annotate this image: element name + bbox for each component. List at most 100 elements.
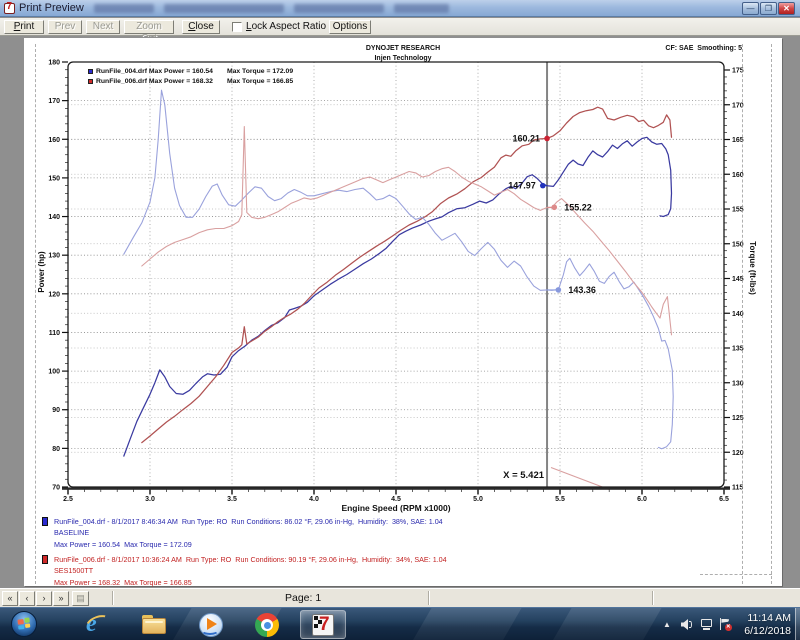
svg-text:5.5: 5.5 bbox=[555, 496, 565, 503]
chrome-icon[interactable] bbox=[254, 612, 280, 638]
network-icon[interactable] bbox=[701, 619, 714, 630]
svg-text:6.5: 6.5 bbox=[719, 496, 729, 503]
media-player-icon[interactable] bbox=[198, 612, 224, 638]
show-desktop-button[interactable] bbox=[795, 608, 800, 640]
tray-expand-icon[interactable]: ▲ bbox=[663, 620, 671, 629]
windows-logo-icon bbox=[17, 618, 31, 630]
window-title: Print Preview bbox=[19, 2, 84, 14]
options-button[interactable]: Options bbox=[329, 20, 371, 34]
svg-text:6.0: 6.0 bbox=[637, 496, 647, 503]
x-axis-baseline bbox=[62, 487, 730, 489]
minimize-button[interactable]: — bbox=[742, 2, 759, 15]
legend-max-torque: Max Torque = 172.09 bbox=[227, 67, 293, 77]
prev-page-button[interactable]: ‹ bbox=[19, 591, 35, 606]
cursor-value-label: 143.36 bbox=[568, 285, 596, 295]
svg-text:100: 100 bbox=[48, 369, 60, 376]
cursor-x-label: X = 5.421 bbox=[503, 470, 545, 481]
cursor-value-label: 147.97 bbox=[508, 181, 536, 191]
prev-button[interactable]: Prev bbox=[48, 20, 82, 34]
margin-guide-bottom bbox=[700, 574, 772, 575]
correction-smoothing-label: CF: SAE Smoothing: 5 bbox=[665, 45, 742, 52]
run-info-footer: RunFile_004.drf - 8/1/2017 8:46:34 AM Ru… bbox=[42, 516, 447, 591]
redacted-title-text bbox=[164, 4, 284, 13]
run-conditions: RunFile_006.drf - 8/1/2017 10:36:24 AM R… bbox=[54, 554, 447, 565]
run-name: BASELINE bbox=[54, 527, 443, 538]
svg-text:4.0: 4.0 bbox=[309, 496, 319, 503]
run-name: SES1500TT bbox=[54, 565, 447, 576]
redacted-title-text bbox=[394, 4, 449, 13]
page-setup-button[interactable]: ▤ bbox=[72, 591, 89, 606]
redacted-title-text bbox=[294, 4, 384, 13]
run-swatch-blue bbox=[42, 517, 48, 526]
margin-guide-right-inner bbox=[742, 44, 743, 584]
run-max-values: Max Power = 160.54 Max Torque = 172.09 bbox=[54, 539, 443, 550]
rpm-axis-title: Engine Speed (RPM x1000) bbox=[341, 503, 450, 513]
svg-text:3.0: 3.0 bbox=[145, 496, 155, 503]
power-axis-title: Power (hp) bbox=[37, 251, 46, 293]
print-button[interactable]: Print bbox=[4, 20, 44, 34]
statusbar-divider bbox=[112, 591, 114, 605]
svg-text:3.5: 3.5 bbox=[227, 496, 237, 503]
cursor-value-dot bbox=[556, 287, 562, 293]
run-conditions: RunFile_004.drf - 8/1/2017 8:46:34 AM Ru… bbox=[54, 516, 443, 527]
cursor-value-dot bbox=[544, 136, 550, 142]
svg-text:150: 150 bbox=[48, 175, 60, 182]
last-page-button[interactable]: » bbox=[53, 591, 69, 606]
cursor-value-label: 155.22 bbox=[564, 202, 592, 212]
svg-text:2.5: 2.5 bbox=[63, 496, 73, 503]
page-indicator: Page: 1 bbox=[285, 592, 321, 604]
legend-row-run006: RunFile_006.drf Max Power = 168.32 Max T… bbox=[88, 77, 293, 87]
legend-row-run004: RunFile_004.drf Max Power = 160.54 Max T… bbox=[88, 67, 293, 77]
action-center-icon[interactable]: ✕ bbox=[719, 618, 732, 631]
clock-time: 11:14 AM bbox=[744, 612, 791, 625]
svg-text:140: 140 bbox=[48, 214, 60, 221]
print-preview-toolbar: Print Prev Next Zoom Out Close Lock Aspe… bbox=[0, 18, 800, 36]
svg-text:130: 130 bbox=[48, 253, 60, 260]
margin-guide-left bbox=[35, 44, 36, 584]
lock-aspect-ratio-checkbox[interactable] bbox=[232, 22, 242, 32]
svg-text:160: 160 bbox=[48, 137, 60, 144]
chart-subtitle: Injen Technology bbox=[24, 54, 782, 64]
clock-date: 6/12/2018 bbox=[744, 625, 791, 638]
taskbar-clock[interactable]: 11:14 AM 6/12/2018 bbox=[744, 612, 791, 637]
dyno-chart: 2.53.03.54.04.55.05.56.06.57080901001101… bbox=[24, 38, 782, 586]
legend-max-torque: Max Torque = 166.85 bbox=[227, 77, 293, 87]
svg-text:5.0: 5.0 bbox=[473, 496, 483, 503]
window-titlebar: Print Preview — ❐ ✕ bbox=[0, 0, 800, 17]
svg-text:70: 70 bbox=[52, 485, 60, 492]
internet-explorer-icon[interactable]: e bbox=[86, 612, 112, 638]
lock-aspect-ratio-label[interactable]: Lock Aspect Ratio bbox=[246, 21, 326, 32]
legend-swatch-blue bbox=[88, 69, 93, 74]
svg-text:80: 80 bbox=[52, 446, 60, 453]
file-explorer-icon[interactable] bbox=[142, 612, 168, 638]
chart-legend: RunFile_004.drf Max Power = 160.54 Max T… bbox=[88, 67, 293, 86]
app-icon bbox=[4, 3, 15, 14]
winpep-taskbar-button[interactable]: 7 bbox=[300, 610, 346, 639]
winpep-app-icon: 7 bbox=[312, 614, 334, 636]
close-preview-button[interactable]: Close bbox=[182, 20, 220, 34]
close-window-button[interactable]: ✕ bbox=[778, 2, 795, 15]
next-button[interactable]: Next bbox=[86, 20, 120, 34]
run-swatch-red bbox=[42, 555, 48, 564]
zoom-out-button[interactable]: Zoom Out bbox=[124, 20, 174, 34]
maximize-button[interactable]: ❐ bbox=[760, 2, 777, 15]
legend-file: RunFile_004.drf bbox=[96, 67, 147, 77]
statusbar: « ‹ › » ▤ Page: 1 bbox=[0, 588, 800, 607]
preview-area: 2.53.03.54.04.55.05.56.06.57080901001101… bbox=[0, 37, 800, 588]
statusbar-divider bbox=[428, 591, 430, 605]
next-page-button[interactable]: › bbox=[36, 591, 52, 606]
cursor-value-dot bbox=[551, 204, 557, 210]
statusbar-divider bbox=[652, 591, 654, 605]
taskbar: e 7 ▲ ✕ 11:14 AM 6/12/2018 bbox=[0, 607, 800, 640]
cursor-value-label: 160.21 bbox=[513, 133, 541, 143]
torque-axis-title: Torque (ft-lbs) bbox=[748, 241, 757, 295]
volume-icon[interactable] bbox=[681, 619, 693, 630]
cursor-value-dot bbox=[540, 183, 546, 189]
preview-page: 2.53.03.54.04.55.05.56.06.57080901001101… bbox=[24, 38, 782, 586]
first-page-button[interactable]: « bbox=[2, 591, 18, 606]
print-preview-window: Print Preview — ❐ ✕ Print Prev Next Zoom… bbox=[0, 0, 800, 640]
legend-file: RunFile_006.drf bbox=[96, 77, 147, 87]
margin-guide-right-outer bbox=[771, 44, 772, 584]
start-button[interactable] bbox=[11, 611, 37, 637]
svg-text:4.5: 4.5 bbox=[391, 496, 401, 503]
